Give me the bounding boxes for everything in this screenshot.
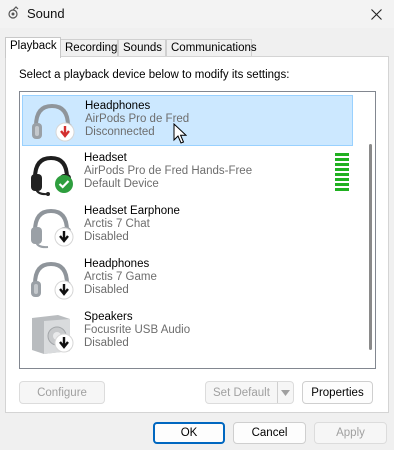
tab-playback[interactable]: Playback bbox=[5, 37, 61, 58]
device-description: Focusrite USB Audio bbox=[84, 324, 191, 336]
disconnected-badge-icon bbox=[55, 122, 75, 142]
instruction-text: Select a playback device below to modify… bbox=[19, 69, 290, 81]
device-description: Arctis 7 Chat bbox=[84, 218, 150, 230]
device-name: Speakers bbox=[84, 311, 133, 323]
device-name: Headset bbox=[84, 152, 127, 164]
tab-sounds[interactable]: Sounds bbox=[118, 39, 166, 57]
device-status: Disabled bbox=[84, 231, 129, 243]
tab-communications[interactable]: Communications bbox=[166, 39, 257, 57]
volume-level-meter bbox=[335, 153, 349, 193]
device-description: AirPods Pro de Fred Hands-Free bbox=[84, 165, 253, 177]
ok-button[interactable]: OK bbox=[153, 422, 225, 444]
set-default-button[interactable]: Set Default bbox=[205, 381, 294, 404]
device-name: Headphones bbox=[85, 100, 151, 112]
device-status: Disabled bbox=[84, 337, 129, 349]
window-title: Sound bbox=[27, 6, 65, 21]
device-name: Headset Earphone bbox=[84, 205, 180, 217]
properties-button[interactable]: Properties bbox=[302, 381, 373, 404]
device-status: Default Device bbox=[84, 178, 159, 190]
configure-button[interactable]: Configure bbox=[19, 381, 105, 404]
device-status: Disconnected bbox=[85, 126, 155, 138]
device-list-scrollbar[interactable] bbox=[369, 144, 372, 350]
device-item-headphones-airpods[interactable]: Headphones AirPods Pro de Fred Disconnec… bbox=[22, 95, 353, 146]
device-item-headset-earphone[interactable]: Headset Earphone Arctis 7 Chat Disabled bbox=[22, 201, 353, 252]
title-bar: Sound bbox=[0, 0, 394, 28]
cancel-button[interactable]: Cancel bbox=[233, 422, 306, 444]
tab-recording[interactable]: Recording bbox=[60, 39, 118, 57]
device-item-headphones-arctis[interactable]: Headphones Arctis 7 Game Disabled bbox=[22, 254, 353, 305]
apply-button[interactable]: Apply bbox=[314, 422, 387, 444]
set-default-dropdown-button[interactable] bbox=[277, 382, 293, 403]
device-status: Disabled bbox=[84, 284, 129, 296]
device-name: Headphones bbox=[84, 258, 150, 270]
mouse-cursor-icon bbox=[173, 123, 187, 144]
close-icon bbox=[370, 8, 382, 20]
device-item-headset-handsfree[interactable]: Headset AirPods Pro de Fred Hands-Free D… bbox=[22, 148, 353, 199]
disabled-badge-icon bbox=[54, 333, 74, 353]
sound-app-icon bbox=[8, 6, 19, 19]
disabled-badge-icon bbox=[54, 280, 74, 300]
default-check-badge-icon bbox=[55, 175, 73, 193]
device-list[interactable]: Headphones AirPods Pro de Fred Disconnec… bbox=[19, 91, 376, 369]
device-description: Arctis 7 Game bbox=[84, 271, 157, 283]
device-item-speakers-focusrite[interactable]: Speakers Focusrite USB Audio Disabled bbox=[22, 307, 353, 358]
playback-panel: Select a playback device below to modify… bbox=[5, 56, 389, 413]
disabled-badge-icon bbox=[54, 227, 74, 247]
close-button[interactable] bbox=[358, 0, 394, 28]
chevron-down-icon bbox=[281, 389, 290, 396]
